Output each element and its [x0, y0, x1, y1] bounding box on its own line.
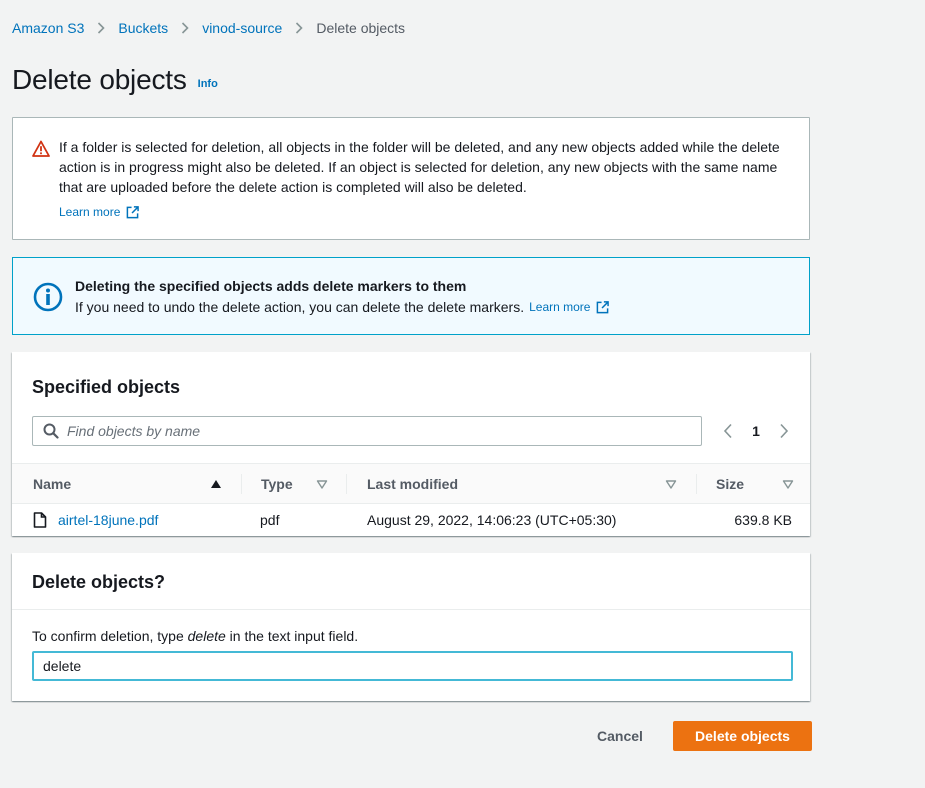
column-header-name[interactable]: Name	[33, 464, 71, 503]
search-box[interactable]	[32, 416, 702, 446]
info-circle-icon	[33, 282, 63, 312]
info-link[interactable]: Info	[198, 78, 218, 90]
confirm-instruction-suffix: in the text input field.	[225, 628, 359, 644]
object-last-modified: August 29, 2022, 14:06:23 (UTC+05:30)	[367, 512, 617, 528]
chevron-right-icon	[282, 22, 316, 34]
sort-icon[interactable]	[665, 478, 677, 490]
table-header: Name Type Last modified Size	[12, 463, 810, 504]
info-learn-more-link[interactable]: Learn more	[529, 300, 610, 314]
external-link-icon	[127, 205, 140, 218]
chevron-left-icon	[723, 423, 732, 439]
warning-icon	[32, 140, 50, 157]
column-divider	[346, 474, 347, 494]
previous-page-button[interactable]	[718, 420, 738, 442]
column-divider	[696, 474, 697, 494]
next-page-button[interactable]	[774, 420, 794, 442]
confirm-delete-input[interactable]	[32, 651, 793, 681]
confirm-keyword: delete	[187, 628, 226, 644]
page-title: Delete objects	[12, 64, 187, 95]
info-body: If you need to undo the delete action, y…	[75, 299, 610, 315]
confirm-instruction-prefix: To confirm deletion, type	[32, 628, 188, 644]
specified-objects-title: Specified objects	[32, 377, 181, 397]
breadcrumb-buckets[interactable]: Buckets	[118, 20, 168, 36]
warning-learn-more-link[interactable]: Learn more	[59, 205, 140, 219]
sort-ascending-icon[interactable]	[210, 478, 222, 490]
confirm-title: Delete objects?	[32, 572, 166, 592]
column-header-size[interactable]: Size	[716, 464, 744, 503]
column-header-type[interactable]: Type	[261, 464, 293, 503]
search-input[interactable]	[67, 423, 667, 439]
info-alert: Deleting the specified objects adds dele…	[12, 257, 810, 335]
info-body-text: If you need to undo the delete action, y…	[75, 299, 525, 315]
column-header-last-modified[interactable]: Last modified	[367, 464, 458, 503]
chevron-right-icon	[780, 423, 789, 439]
chevron-right-icon	[168, 22, 202, 34]
learn-more-label: Learn more	[529, 300, 591, 314]
breadcrumb-amazon-s3[interactable]: Amazon S3	[12, 20, 84, 36]
search-icon	[43, 423, 59, 439]
delete-objects-button[interactable]: Delete objects	[673, 721, 812, 751]
column-divider	[241, 474, 242, 494]
warning-alert: If a folder is selected for deletion, al…	[12, 117, 810, 240]
table-row: airtel-18june.pdf pdf August 29, 2022, 1…	[12, 504, 810, 536]
learn-more-label: Learn more	[59, 205, 121, 219]
page-number[interactable]: 1	[738, 423, 774, 439]
object-name-link[interactable]: airtel-18june.pdf	[58, 504, 158, 536]
breadcrumb: Amazon S3 Buckets vinod-source Delete ob…	[12, 18, 405, 38]
divider	[12, 609, 810, 610]
breadcrumb-current: Delete objects	[316, 20, 406, 36]
sort-icon[interactable]	[316, 478, 328, 490]
file-icon	[33, 504, 47, 536]
delete-confirm-panel: Delete objects? To confirm deletion, typ…	[12, 553, 810, 701]
confirm-instruction: To confirm deletion, type delete in the …	[32, 628, 358, 644]
object-type: pdf	[260, 512, 280, 528]
sort-icon[interactable]	[782, 478, 794, 490]
page-header: Delete objects Info	[12, 64, 218, 96]
chevron-right-icon	[84, 22, 118, 34]
object-size: 639.8 KB	[734, 512, 792, 528]
pagination: 1	[718, 420, 794, 442]
cancel-button[interactable]: Cancel	[580, 722, 660, 750]
warning-text: If a folder is selected for deletion, al…	[59, 139, 780, 195]
external-link-icon	[597, 300, 610, 313]
specified-objects-panel: Specified objects 1 Name Type Last modif…	[12, 352, 810, 536]
info-title: Deleting the specified objects adds dele…	[75, 278, 467, 294]
breadcrumb-bucket-vinod-source[interactable]: vinod-source	[202, 20, 282, 36]
